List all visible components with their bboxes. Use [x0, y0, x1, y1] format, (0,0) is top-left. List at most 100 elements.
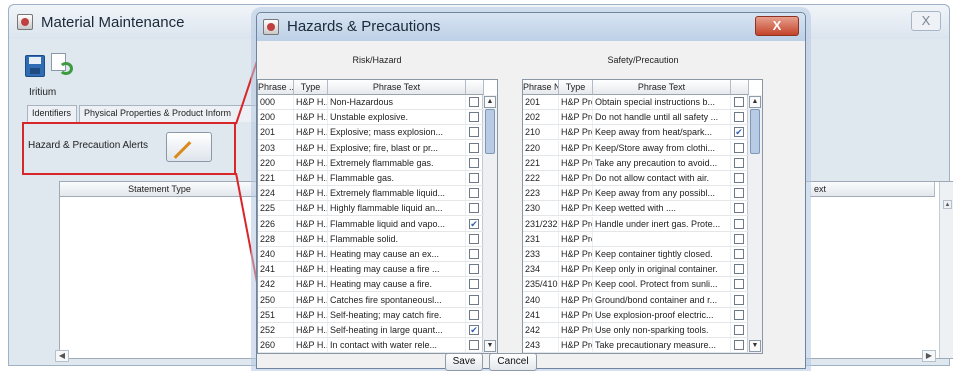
column-header-phrase-text[interactable]: Phrase Text	[593, 80, 731, 95]
column-header-select[interactable]	[466, 80, 484, 95]
close-icon[interactable]: X	[911, 11, 941, 31]
checkbox[interactable]	[734, 249, 744, 259]
checkbox[interactable]	[469, 142, 479, 153]
checkbox[interactable]	[469, 309, 479, 320]
checkbox[interactable]	[469, 203, 479, 214]
table-row[interactable]: 243H&P Pre...Take precautionary measure.…	[523, 338, 749, 353]
tab-identifiers[interactable]: Identifiers	[27, 105, 77, 122]
table-row[interactable]: 210H&P Pre...Keep away from heat/spark..…	[523, 125, 749, 141]
table-row[interactable]: 203 H&P H... Explosive; fire, blast or pr.…	[258, 140, 484, 156]
column-header-phrase-text[interactable]: Phrase Text	[328, 80, 466, 95]
tab-physical-properties[interactable]: Physical Properties & Product Inform	[79, 105, 279, 122]
scroll-thumb[interactable]	[750, 109, 760, 154]
checkbox[interactable]	[469, 173, 479, 183]
table-row[interactable]: 240H&P Pre...Ground/bond container and r…	[523, 292, 749, 308]
checkbox[interactable]	[469, 188, 479, 199]
table-row[interactable]: 242 H&P H... Heating may cause a fire.	[258, 277, 484, 293]
checkbox[interactable]	[469, 340, 479, 351]
table-row[interactable]: 250 H&P H... Catches fire spontaneousl...	[258, 292, 484, 308]
checkbox[interactable]	[469, 127, 479, 138]
table-row[interactable]: 220H&P Pre...Keep/Store away from clothi…	[523, 140, 749, 156]
checkbox[interactable]	[734, 97, 744, 107]
scroll-down-icon[interactable]: ▼	[749, 340, 761, 352]
checkbox[interactable]	[469, 112, 479, 123]
scroll-up-icon[interactable]: ▲	[749, 96, 761, 108]
safety-table-scrollbar[interactable]: ▲ ▼	[747, 95, 762, 353]
table-row[interactable]: 000 H&P H... Non-Hazardous	[258, 95, 484, 110]
table-row[interactable]: 234H&P Pre...Keep only in original conta…	[523, 262, 749, 278]
checkbox[interactable]	[734, 188, 744, 199]
checkbox[interactable]	[469, 157, 479, 168]
table-row[interactable]: 221 H&P H... Flammable gas.	[258, 171, 484, 186]
table-row[interactable]: 241H&P Pre...Use explosion-proof electri…	[523, 307, 749, 323]
scroll-down-icon[interactable]: ▼	[484, 340, 496, 352]
table-row[interactable]: 222H&P Pre...Do not allow contact with a…	[523, 171, 749, 186]
refresh-document-icon[interactable]	[51, 53, 75, 77]
table-row[interactable]: 241 H&P H... Heating may cause a fire ...	[258, 262, 484, 278]
checkbox[interactable]	[469, 249, 479, 259]
table-row[interactable]: 228 H&P H... Flammable solid.	[258, 231, 484, 247]
checkbox[interactable]	[734, 279, 744, 290]
hazard-alerts-edit-button[interactable]	[166, 132, 212, 162]
table-row[interactable]: 202H&P Pre...Do not handle until all saf…	[523, 110, 749, 126]
scroll-thumb[interactable]	[485, 109, 495, 154]
table-row[interactable]: 201H&P Pre...Obtain special instructions…	[523, 95, 749, 110]
checkbox[interactable]	[734, 203, 744, 214]
checkbox[interactable]	[734, 173, 744, 183]
table-row[interactable]: 224 H&P H... Extremely flammable liquid...	[258, 186, 484, 202]
table-row[interactable]: 220 H&P H... Extremely flammable gas.	[258, 155, 484, 171]
checkbox[interactable]	[734, 294, 744, 305]
checkbox[interactable]	[734, 340, 744, 351]
scroll-left-icon[interactable]: ◀	[55, 350, 69, 362]
column-header-statement-type[interactable]: Statement Type	[60, 182, 260, 197]
checked-checkbox[interactable]: ✔	[469, 325, 479, 335]
checked-checkbox[interactable]: ✔	[734, 127, 744, 138]
table-row[interactable]: 242H&P Pre...Use only non-sparking tools…	[523, 323, 749, 338]
table-row[interactable]: 231/232H&P Pre...Handle under inert gas.…	[523, 216, 749, 232]
table-row[interactable]: 221H&P Pre...Take any precaution to avoi…	[523, 155, 749, 171]
table-row[interactable]: 226 H&P H... Flammable liquid and vapo... ✔	[258, 216, 484, 232]
table-row[interactable]: 240 H&P H... Heating may cause an ex...	[258, 247, 484, 262]
scroll-right-icon[interactable]: ▶	[922, 350, 936, 362]
checkbox[interactable]	[734, 218, 744, 229]
checkbox[interactable]	[734, 233, 744, 244]
table-row[interactable]: 200 H&P H... Unstable explosive.	[258, 110, 484, 126]
checkbox[interactable]	[734, 309, 744, 320]
table-row[interactable]: 260 H&P H... In contact with water rele...	[258, 338, 484, 353]
checkbox[interactable]	[469, 294, 479, 305]
checkbox[interactable]	[469, 97, 479, 107]
table-row[interactable]: 235/410H&P Pre...Keep cool. Protect from…	[523, 277, 749, 293]
checkbox[interactable]	[734, 142, 744, 153]
scroll-up-icon[interactable]: ▲	[943, 200, 952, 209]
checkbox[interactable]	[469, 279, 479, 290]
dialog-titlebar[interactable]: Hazards & Precautions X	[257, 13, 805, 41]
dialog-close-button[interactable]: X	[755, 16, 799, 36]
column-header-phrase[interactable]: Phrase ...	[258, 80, 294, 95]
save-icon[interactable]	[25, 55, 45, 77]
column-header-type[interactable]: Type	[559, 80, 593, 95]
column-header-text[interactable]: ext	[810, 182, 935, 197]
column-header-type[interactable]: Type	[294, 80, 328, 95]
table-row[interactable]: 233H&P Pre...Keep container tightly clos…	[523, 247, 749, 262]
checked-checkbox[interactable]: ✔	[469, 218, 479, 229]
column-header-select[interactable]	[731, 80, 749, 95]
checkbox[interactable]	[734, 112, 744, 123]
checkbox[interactable]	[734, 157, 744, 168]
cancel-button[interactable]: Cancel	[489, 353, 537, 371]
checkbox[interactable]	[469, 233, 479, 244]
column-header-phrase[interactable]: Phrase N...	[523, 80, 559, 95]
table-row[interactable]: 223H&P Pre...Keep away from any possibl.…	[523, 186, 749, 202]
table-vertical-scrollbar[interactable]: ▲	[939, 182, 953, 358]
table-row[interactable]: 251 H&P H... Self-heating; may catch fire.	[258, 307, 484, 323]
table-row[interactable]: 230H&P Pre...Keep wetted with ....	[523, 201, 749, 217]
table-row[interactable]: 231H&P Pre...	[523, 231, 749, 247]
scroll-up-icon[interactable]: ▲	[484, 96, 496, 108]
risk-table-scrollbar[interactable]: ▲ ▼	[482, 95, 497, 353]
save-button[interactable]: Save	[445, 353, 483, 371]
checkbox[interactable]	[734, 325, 744, 335]
checkbox[interactable]	[734, 264, 744, 275]
table-row[interactable]: 225 H&P H... Highly flammable liquid an...	[258, 201, 484, 217]
checkbox[interactable]	[469, 264, 479, 275]
table-row[interactable]: 252 H&P H... Self-heating in large quant..…	[258, 323, 484, 338]
table-row[interactable]: 201 H&P H... Explosive; mass explosion...	[258, 125, 484, 141]
